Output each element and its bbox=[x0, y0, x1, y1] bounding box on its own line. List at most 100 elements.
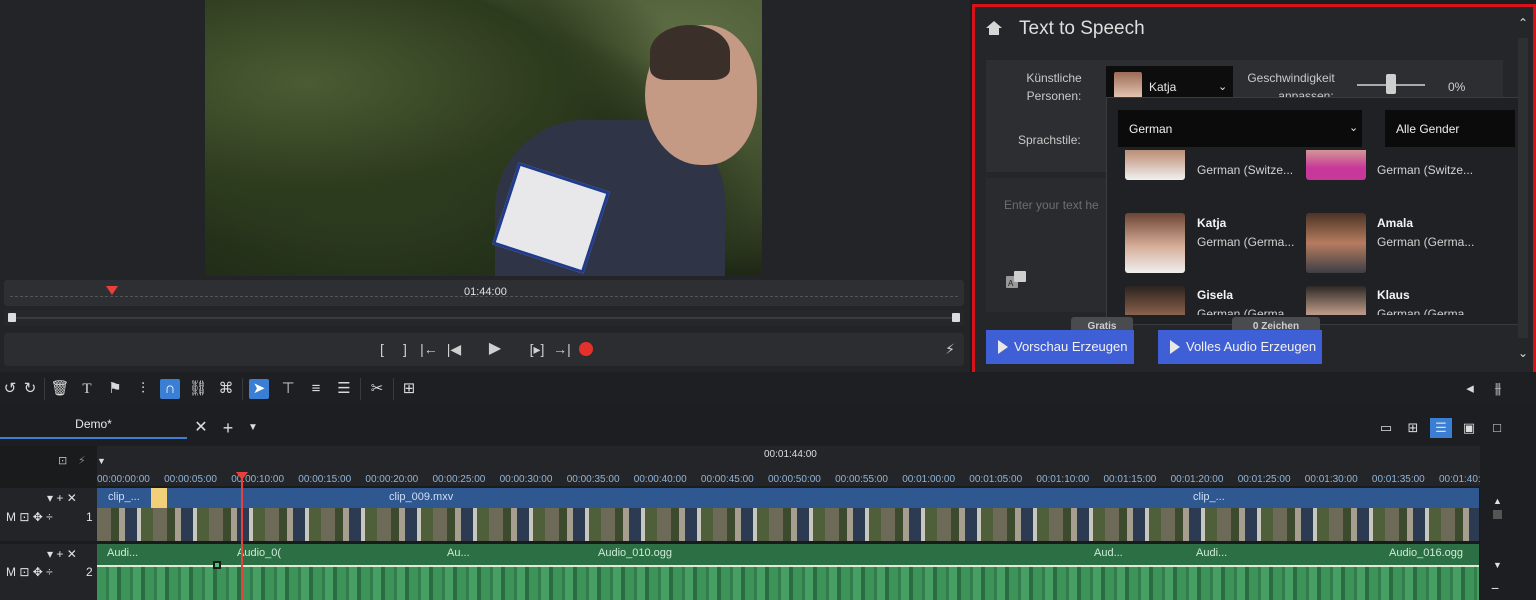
play-icon bbox=[1170, 340, 1180, 354]
unlink-icon[interactable]: ⌘ bbox=[216, 379, 236, 399]
scrubber-position-marker[interactable] bbox=[106, 286, 118, 295]
chevron-down-icon[interactable]: ⌄ bbox=[1218, 80, 1227, 93]
persona-selected: Katja bbox=[1149, 80, 1177, 94]
voice-avatar[interactable] bbox=[1306, 213, 1366, 273]
chevron-down-icon[interactable]: ▼ bbox=[97, 456, 106, 466]
ruler-tick-label: 00:00:15:00 bbox=[298, 474, 352, 485]
speed-icon[interactable]: ⚡ bbox=[941, 340, 959, 358]
split-icon[interactable]: ⊤ bbox=[278, 379, 298, 399]
voice-language: German (Germa... bbox=[1197, 235, 1295, 249]
ruler-tick-label: 00:00:45:00 bbox=[700, 474, 754, 485]
ruler-tick-label: 00:00:25:00 bbox=[432, 474, 486, 485]
mark-out-icon[interactable]: ] bbox=[396, 340, 414, 358]
voice-avatar[interactable] bbox=[1125, 286, 1185, 315]
layout-timeline-icon[interactable]: ☰ bbox=[1430, 418, 1452, 438]
track-2-number: 2 bbox=[86, 565, 93, 579]
trash-icon[interactable]: 🗑 bbox=[50, 379, 70, 399]
voice-avatar[interactable] bbox=[1306, 150, 1366, 180]
ruler-tick-label: 00:00:35:00 bbox=[566, 474, 620, 485]
track-2-controls[interactable]: ▾ + ✕ bbox=[47, 547, 77, 561]
layout-single-icon[interactable]: ▭ bbox=[1375, 418, 1397, 438]
persona-avatar bbox=[1114, 72, 1142, 98]
text-icon[interactable]: T bbox=[77, 379, 97, 399]
voice-avatar[interactable] bbox=[1306, 286, 1366, 315]
runner-hair bbox=[650, 25, 730, 80]
translate-icon[interactable]: A bbox=[1005, 270, 1027, 290]
pointer-icon[interactable]: ➤ bbox=[249, 379, 269, 399]
track-1-controls[interactable]: ▾ + ✕ bbox=[47, 491, 77, 505]
clip-marker[interactable] bbox=[151, 488, 167, 508]
voice-avatar[interactable] bbox=[1125, 150, 1185, 180]
voice-name: Gisela bbox=[1197, 288, 1234, 302]
lock-icon[interactable]: ⊡ bbox=[58, 454, 67, 467]
camera-icon[interactable]: ▣ bbox=[1458, 418, 1480, 438]
voice-language: German (Switze... bbox=[1197, 163, 1294, 177]
layout-grid-icon[interactable]: ⊞ bbox=[1402, 418, 1424, 438]
separator bbox=[44, 378, 45, 400]
ruler-tick-label: 00:01:25:00 bbox=[1237, 474, 1291, 485]
separator bbox=[360, 378, 361, 400]
scroll-down-icon[interactable]: ▼ bbox=[1493, 560, 1502, 570]
text-placeholder: Enter your text he bbox=[1004, 198, 1099, 212]
go-to-in-icon[interactable]: |← bbox=[420, 340, 438, 358]
preview-timecode: 01:44:00 bbox=[464, 286, 507, 298]
ruler-tick-label: 00:00:55:00 bbox=[835, 474, 888, 485]
scrollbar[interactable] bbox=[1518, 38, 1528, 338]
track-1-mute-lock[interactable]: M ⊡ ✥ ÷ bbox=[6, 510, 53, 524]
zoom-out-icon[interactable]: − bbox=[1491, 580, 1499, 596]
flash-icon[interactable]: ⚡ bbox=[78, 454, 86, 467]
timeline-current-time: 00:01:44:00 bbox=[764, 449, 817, 460]
tab-demo[interactable]: Demo* bbox=[0, 417, 187, 439]
ripple-icon[interactable]: ☰ bbox=[334, 379, 354, 399]
chevron-down-icon[interactable]: ▼ bbox=[242, 418, 264, 438]
volume-icon[interactable]: ◂ bbox=[1460, 379, 1480, 399]
audio-mixer-icon[interactable]: ⫵ bbox=[1488, 379, 1508, 399]
play-icon[interactable]: ▶ bbox=[486, 340, 504, 358]
close-icon[interactable]: ✕ bbox=[190, 418, 212, 438]
voice-language: German (Switze... bbox=[1377, 163, 1474, 177]
undo-icon[interactable]: ↺ bbox=[0, 379, 20, 399]
prev-frame-icon[interactable]: |◀ bbox=[445, 340, 463, 358]
mixer-icon[interactable]: ⫶ bbox=[133, 379, 153, 399]
add-tab-icon[interactable]: + bbox=[217, 418, 239, 438]
voice-language: German (Germa... bbox=[1197, 307, 1295, 315]
full-audio-generate-button[interactable]: Volles Audio Erzeugen bbox=[1158, 330, 1322, 364]
voice-language: German (Germa... bbox=[1377, 307, 1475, 315]
scroll-down-icon[interactable]: ⌄ bbox=[1518, 346, 1528, 360]
chevron-down-icon[interactable]: ⌄ bbox=[1349, 121, 1358, 134]
home-icon[interactable] bbox=[985, 19, 1003, 37]
track-1-number: 1 bbox=[86, 510, 93, 524]
track-2-mute-lock[interactable]: M ⊡ ✥ ÷ bbox=[6, 565, 53, 579]
speed-slider-knob[interactable] bbox=[1386, 74, 1396, 94]
separator bbox=[242, 378, 243, 400]
insert-icon[interactable]: ⊞ bbox=[399, 379, 419, 399]
trim-icon[interactable]: ≡ bbox=[306, 379, 326, 399]
vertical-scrollbar[interactable] bbox=[1493, 510, 1502, 519]
panel-title: Text to Speech bbox=[1019, 18, 1145, 39]
separator bbox=[393, 378, 394, 400]
video-clip-label: clip_... bbox=[108, 491, 140, 503]
voice-name: Amala bbox=[1377, 216, 1414, 230]
range-start-handle[interactable] bbox=[8, 313, 16, 322]
go-to-out-icon[interactable]: →| bbox=[553, 340, 571, 358]
magnet-icon[interactable]: ∩ bbox=[160, 379, 180, 399]
svg-text:A: A bbox=[1008, 279, 1014, 288]
scroll-up-icon[interactable]: ⌃ bbox=[1518, 16, 1528, 30]
audio-clip-label: Aud... bbox=[1094, 547, 1123, 559]
voice-name: Katja bbox=[1197, 216, 1227, 230]
voice-avatar[interactable] bbox=[1125, 213, 1185, 273]
cut-icon[interactable]: ✂ bbox=[367, 379, 387, 399]
mark-in-icon[interactable]: [ bbox=[373, 340, 391, 358]
scroll-up-icon[interactable]: ▲ bbox=[1493, 496, 1502, 506]
next-frame-icon[interactable]: [▸] bbox=[528, 340, 546, 358]
link-icon[interactable]: ⛓ bbox=[188, 379, 208, 399]
volume-keyframe[interactable] bbox=[213, 561, 221, 569]
playhead[interactable] bbox=[241, 474, 243, 600]
maximize-icon[interactable]: □ bbox=[1486, 418, 1508, 438]
volume-line[interactable] bbox=[97, 565, 1479, 567]
record-button[interactable] bbox=[579, 342, 593, 356]
flag-icon[interactable]: ⚑ bbox=[105, 379, 125, 399]
preview-generate-button[interactable]: Vorschau Erzeugen bbox=[986, 330, 1134, 364]
range-end-handle[interactable] bbox=[952, 313, 960, 322]
redo-icon[interactable]: ↻ bbox=[20, 379, 40, 399]
